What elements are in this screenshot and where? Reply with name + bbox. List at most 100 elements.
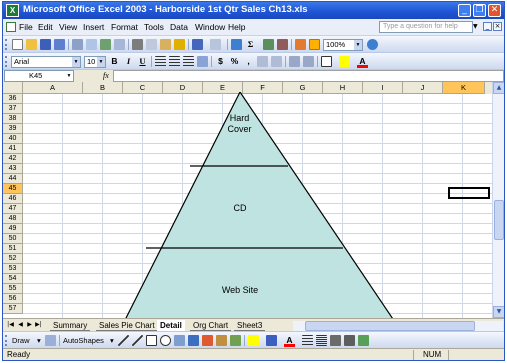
line-color-icon[interactable] <box>266 335 277 346</box>
horizontal-scroll-thumb[interactable] <box>305 321 475 331</box>
row-header-52[interactable]: 52 <box>3 254 23 264</box>
font-select[interactable]: Arial ▼ <box>11 56 81 68</box>
bold-button[interactable]: B <box>109 56 120 67</box>
draw-menu-button[interactable]: Draw <box>12 336 30 345</box>
line-icon[interactable] <box>118 335 129 346</box>
row-header-54[interactable]: 54 <box>3 274 23 284</box>
paste-icon[interactable] <box>160 39 171 50</box>
row-header-50[interactable]: 50 <box>3 234 23 244</box>
row-header-43[interactable]: 43 <box>3 164 23 174</box>
menu-view[interactable]: View <box>59 22 77 32</box>
research-icon[interactable] <box>114 39 125 50</box>
name-box[interactable]: K45 ▼ <box>4 70 74 82</box>
currency-button[interactable]: $ <box>215 56 226 67</box>
vertical-scrollbar[interactable]: ▲ ▼ <box>492 82 504 318</box>
sheet-tab-org-chart[interactable]: Org Chart <box>190 320 232 331</box>
dash-style-icon[interactable] <box>316 335 327 346</box>
menu-format[interactable]: Format <box>111 22 138 32</box>
text-box-icon[interactable] <box>174 335 185 346</box>
row-header-37[interactable]: 37 <box>3 104 23 114</box>
help-icon[interactable] <box>367 39 378 50</box>
last-sheet-icon[interactable]: ▶| <box>34 321 43 328</box>
formula-input[interactable] <box>113 70 504 82</box>
close-button[interactable]: ✕ <box>488 4 501 17</box>
oval-icon[interactable] <box>160 335 171 346</box>
minimize-button[interactable]: _ <box>458 4 471 17</box>
prev-sheet-icon[interactable]: ◀ <box>16 321 25 328</box>
save-icon[interactable] <box>40 39 51 50</box>
menu-file[interactable]: File <box>19 22 33 32</box>
sheet-tab-summary[interactable]: Summary <box>50 320 91 331</box>
picture-icon[interactable] <box>230 335 241 346</box>
menu-window[interactable]: Window <box>195 22 225 32</box>
redo-icon[interactable] <box>210 39 221 50</box>
row-header-36[interactable]: 36 <box>3 94 23 104</box>
row-header-46[interactable]: 46 <box>3 194 23 204</box>
format-painter-icon[interactable] <box>174 39 185 50</box>
font-size-select[interactable]: 10 ▼ <box>84 56 106 68</box>
sheet-tab-detail[interactable]: Detail <box>157 320 185 331</box>
row-header-45[interactable]: 45 <box>3 184 23 194</box>
italic-button[interactable]: I <box>123 56 134 67</box>
borders-icon[interactable] <box>321 56 332 67</box>
chart-wizard-icon[interactable] <box>295 39 306 50</box>
row-header-44[interactable]: 44 <box>3 174 23 184</box>
row-header-39[interactable]: 39 <box>3 124 23 134</box>
percent-button[interactable]: % <box>229 56 240 67</box>
next-sheet-icon[interactable]: ▶ <box>25 321 34 328</box>
decrease-decimal-icon[interactable] <box>271 56 282 67</box>
print-preview-icon[interactable] <box>86 39 97 50</box>
arrow-icon[interactable] <box>132 335 143 346</box>
copy-icon[interactable] <box>146 39 157 50</box>
wordart-icon[interactable] <box>188 335 199 346</box>
align-right-icon[interactable] <box>183 56 194 67</box>
restore-button[interactable]: ❐ <box>473 4 486 17</box>
comma-button[interactable]: , <box>243 56 254 67</box>
clipart-icon[interactable] <box>216 335 227 346</box>
insert-function-icon[interactable]: fx <box>103 70 109 82</box>
menu-tools[interactable]: Tools <box>144 22 164 32</box>
3d-style-icon[interactable] <box>358 335 369 346</box>
scroll-down-button[interactable]: ▼ <box>493 306 504 318</box>
align-left-icon[interactable] <box>155 56 166 67</box>
align-center-icon[interactable] <box>169 56 180 67</box>
row-header-49[interactable]: 49 <box>3 224 23 234</box>
menu-edit[interactable]: Edit <box>38 22 53 32</box>
sort-descending-icon[interactable] <box>277 39 288 50</box>
vertical-scroll-thumb[interactable] <box>494 200 504 240</box>
sheet-tab-sales-pie-chart[interactable]: Sales Pie Chart <box>96 320 158 331</box>
row-header-40[interactable]: 40 <box>3 134 23 144</box>
chevron-down-icon[interactable]: ▾ <box>110 336 114 345</box>
toolbar-grip[interactable] <box>5 56 8 67</box>
new-icon[interactable] <box>12 39 23 50</box>
chevron-down-icon[interactable]: ▼ <box>473 21 481 33</box>
decrease-indent-icon[interactable] <box>289 56 300 67</box>
open-icon[interactable] <box>26 39 37 50</box>
scroll-up-button[interactable]: ▲ <box>493 82 504 94</box>
cut-icon[interactable] <box>132 39 143 50</box>
row-header-38[interactable]: 38 <box>3 114 23 124</box>
row-header-47[interactable]: 47 <box>3 204 23 214</box>
row-header-51[interactable]: 51 <box>3 244 23 254</box>
row-header-48[interactable]: 48 <box>3 214 23 224</box>
merge-center-icon[interactable] <box>197 56 208 67</box>
toolbar-grip[interactable] <box>5 335 8 346</box>
sheet-tab-sheet3[interactable]: Sheet3 <box>234 320 266 331</box>
drawing-icon[interactable] <box>309 39 320 50</box>
help-search-input[interactable]: Type a question for help <box>379 21 473 33</box>
menu-data[interactable]: Data <box>170 22 188 32</box>
row-header-53[interactable]: 53 <box>3 264 23 274</box>
sort-ascending-icon[interactable] <box>263 39 274 50</box>
hyperlink-icon[interactable] <box>231 39 242 50</box>
select-objects-icon[interactable] <box>45 335 56 346</box>
shadow-style-icon[interactable] <box>344 335 355 346</box>
fill-color-icon[interactable] <box>339 56 350 67</box>
line-style-icon[interactable] <box>302 335 313 346</box>
print-icon[interactable] <box>72 39 83 50</box>
rectangle-icon[interactable] <box>146 335 157 346</box>
row-header-55[interactable]: 55 <box>3 284 23 294</box>
chevron-down-icon[interactable]: ▾ <box>37 336 41 345</box>
font-color-icon[interactable]: A <box>357 56 368 68</box>
underline-button[interactable]: U <box>137 56 148 67</box>
diagram-icon[interactable] <box>202 335 213 346</box>
